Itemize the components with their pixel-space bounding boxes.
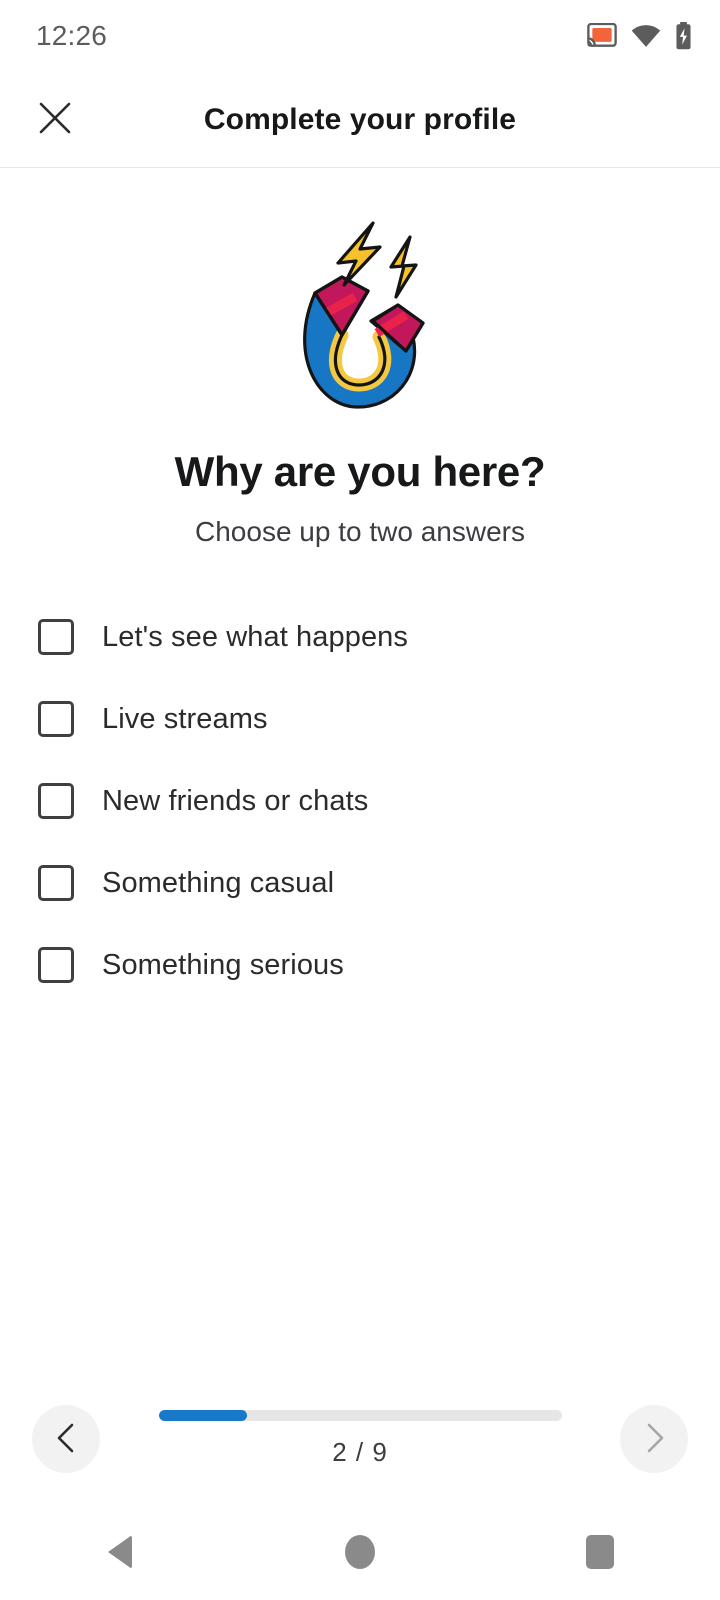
android-navigation-bar	[0, 1504, 720, 1600]
options-list: Let's see what happens Live streams New …	[0, 596, 720, 1006]
close-button[interactable]	[24, 89, 86, 151]
option-label: Something serious	[102, 948, 344, 981]
option-label: Live streams	[102, 702, 268, 735]
option-row-3[interactable]: Something casual	[0, 842, 720, 924]
android-recents-icon	[586, 1535, 614, 1569]
option-label: Let's see what happens	[102, 620, 409, 653]
progress-section: 2 / 9	[100, 1410, 620, 1468]
checkbox-unchecked-icon[interactable]	[38, 783, 74, 819]
status-bar: 12:26	[0, 0, 720, 72]
chevron-right-icon	[641, 1422, 667, 1457]
checkbox-unchecked-icon[interactable]	[38, 947, 74, 983]
option-row-1[interactable]: Live streams	[0, 678, 720, 760]
status-icons	[587, 22, 692, 50]
option-row-2[interactable]: New friends or chats	[0, 760, 720, 842]
app-header: Complete your profile	[0, 72, 720, 168]
battery-charging-icon	[675, 22, 692, 50]
app-screen: 12:26 Complete your profile Why are you …	[0, 0, 720, 1600]
android-back-icon	[108, 1535, 132, 1569]
android-back-button[interactable]	[65, 1504, 175, 1600]
main-content: Why are you here? Choose up to two answe…	[0, 168, 720, 1374]
page-title: Complete your profile	[203, 102, 517, 136]
option-row-0[interactable]: Let's see what happens	[0, 596, 720, 678]
status-time: 12:26	[36, 20, 108, 51]
wifi-icon	[631, 24, 661, 48]
magnet-illustration	[0, 210, 720, 420]
question-subtitle: Choose up to two answers	[195, 516, 525, 547]
option-row-4[interactable]: Something serious	[0, 924, 720, 1006]
checkbox-unchecked-icon[interactable]	[38, 865, 74, 901]
android-recents-button[interactable]	[545, 1504, 655, 1600]
android-home-icon	[345, 1535, 375, 1569]
wizard-footer: 2 / 9	[0, 1374, 720, 1504]
question-title: Why are you here?	[174, 448, 546, 495]
next-step-button[interactable]	[620, 1405, 688, 1473]
cast-icon	[587, 23, 617, 49]
progress-bar-fill	[158, 1410, 248, 1421]
previous-step-button[interactable]	[32, 1405, 100, 1473]
option-label: Something casual	[102, 866, 335, 899]
option-label: New friends or chats	[102, 784, 369, 817]
chevron-left-icon	[53, 1422, 79, 1457]
progress-label: 2 / 9	[332, 1437, 388, 1467]
close-icon	[38, 101, 72, 138]
android-home-button[interactable]	[305, 1504, 415, 1600]
progress-bar	[158, 1410, 562, 1421]
checkbox-unchecked-icon[interactable]	[38, 619, 74, 655]
checkbox-unchecked-icon[interactable]	[38, 701, 74, 737]
